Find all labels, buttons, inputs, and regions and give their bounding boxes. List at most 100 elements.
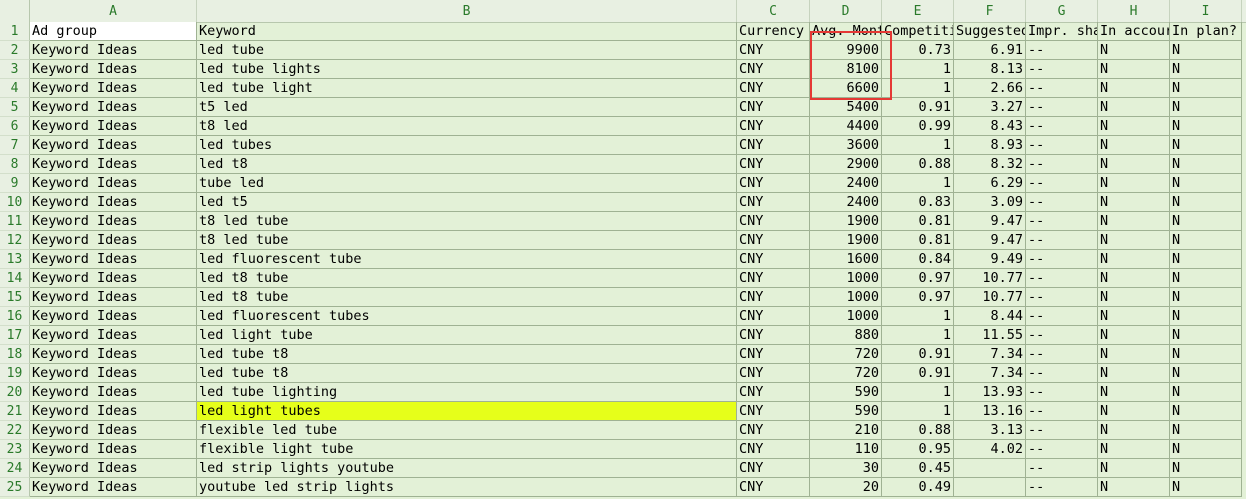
row-number[interactable]: 2 bbox=[0, 41, 30, 60]
cell-avg-monthly[interactable]: 720 bbox=[810, 364, 882, 383]
cell-suggested-bid[interactable]: 10.77 bbox=[954, 288, 1026, 307]
cell-suggested-bid[interactable]: 8.93 bbox=[954, 136, 1026, 155]
header-cell-competition[interactable]: Competiti bbox=[882, 22, 954, 41]
cell-currency[interactable]: CNY bbox=[737, 364, 810, 383]
cell-in-plan[interactable]: N bbox=[1170, 60, 1242, 79]
cell-in-plan[interactable]: N bbox=[1170, 79, 1242, 98]
cell-impr-share[interactable]: -- bbox=[1026, 231, 1098, 250]
cell-currency[interactable]: CNY bbox=[737, 459, 810, 478]
cell-in-plan[interactable]: N bbox=[1170, 402, 1242, 421]
cell-in-account[interactable]: N bbox=[1098, 402, 1170, 421]
cell-avg-monthly[interactable]: 9900 bbox=[810, 41, 882, 60]
cell-impr-share[interactable]: -- bbox=[1026, 288, 1098, 307]
cell-ad-group[interactable]: Keyword Ideas bbox=[30, 250, 197, 269]
header-cell-in-plan[interactable]: In plan? bbox=[1170, 22, 1242, 41]
cell-currency[interactable]: CNY bbox=[737, 231, 810, 250]
cell-competition[interactable]: 1 bbox=[882, 174, 954, 193]
cell-suggested-bid[interactable]: 9.49 bbox=[954, 250, 1026, 269]
cell-in-plan[interactable]: N bbox=[1170, 364, 1242, 383]
cell-currency[interactable]: CNY bbox=[737, 60, 810, 79]
row-number[interactable]: 4 bbox=[0, 79, 30, 98]
column-header-b[interactable]: B bbox=[197, 0, 737, 22]
cell-in-plan[interactable]: N bbox=[1170, 41, 1242, 60]
row-number[interactable]: 15 bbox=[0, 288, 30, 307]
cell-in-account[interactable]: N bbox=[1098, 478, 1170, 497]
row-number[interactable]: 21 bbox=[0, 402, 30, 421]
cell-in-plan[interactable]: N bbox=[1170, 174, 1242, 193]
row-number[interactable]: 22 bbox=[0, 421, 30, 440]
cell-in-plan[interactable]: N bbox=[1170, 231, 1242, 250]
cell-avg-monthly[interactable]: 210 bbox=[810, 421, 882, 440]
cell-impr-share[interactable]: -- bbox=[1026, 345, 1098, 364]
column-header-c[interactable]: C bbox=[737, 0, 810, 22]
cell-competition[interactable]: 1 bbox=[882, 326, 954, 345]
cell-currency[interactable]: CNY bbox=[737, 212, 810, 231]
cell-avg-monthly[interactable]: 1900 bbox=[810, 231, 882, 250]
cell-impr-share[interactable]: -- bbox=[1026, 402, 1098, 421]
cell-keyword[interactable]: led t8 tube bbox=[197, 269, 737, 288]
cell-avg-monthly[interactable]: 1900 bbox=[810, 212, 882, 231]
cell-keyword[interactable]: led strip lights youtube bbox=[197, 459, 737, 478]
cell-in-plan[interactable]: N bbox=[1170, 307, 1242, 326]
cell-avg-monthly[interactable]: 2900 bbox=[810, 155, 882, 174]
cell-currency[interactable]: CNY bbox=[737, 440, 810, 459]
cell-currency[interactable]: CNY bbox=[737, 383, 810, 402]
cell-keyword[interactable]: led tube lighting bbox=[197, 383, 737, 402]
cell-competition[interactable]: 1 bbox=[882, 79, 954, 98]
cell-currency[interactable]: CNY bbox=[737, 288, 810, 307]
cell-ad-group[interactable]: Keyword Ideas bbox=[30, 193, 197, 212]
cell-currency[interactable]: CNY bbox=[737, 136, 810, 155]
cell-keyword[interactable]: led tube light bbox=[197, 79, 737, 98]
cell-impr-share[interactable]: -- bbox=[1026, 117, 1098, 136]
cell-in-account[interactable]: N bbox=[1098, 288, 1170, 307]
cell-competition[interactable]: 1 bbox=[882, 402, 954, 421]
cell-ad-group[interactable]: Keyword Ideas bbox=[30, 440, 197, 459]
row-number[interactable]: 17 bbox=[0, 326, 30, 345]
cell-competition[interactable]: 1 bbox=[882, 136, 954, 155]
row-number[interactable]: 24 bbox=[0, 459, 30, 478]
cell-impr-share[interactable]: -- bbox=[1026, 250, 1098, 269]
cell-avg-monthly[interactable]: 590 bbox=[810, 383, 882, 402]
cell-avg-monthly[interactable]: 2400 bbox=[810, 193, 882, 212]
cell-impr-share[interactable]: -- bbox=[1026, 421, 1098, 440]
cell-currency[interactable]: CNY bbox=[737, 155, 810, 174]
cell-keyword[interactable]: led tube lights bbox=[197, 60, 737, 79]
cell-in-account[interactable]: N bbox=[1098, 459, 1170, 478]
column-header-d[interactable]: D bbox=[810, 0, 882, 22]
cell-avg-monthly[interactable]: 6600 bbox=[810, 79, 882, 98]
cell-suggested-bid[interactable]: 3.13 bbox=[954, 421, 1026, 440]
cell-suggested-bid[interactable]: 7.34 bbox=[954, 345, 1026, 364]
cell-in-account[interactable]: N bbox=[1098, 345, 1170, 364]
cell-in-account[interactable]: N bbox=[1098, 79, 1170, 98]
cell-keyword[interactable]: led fluorescent tube bbox=[197, 250, 737, 269]
header-cell-suggested-bid[interactable]: Suggested bbox=[954, 22, 1026, 41]
row-number[interactable]: 12 bbox=[0, 231, 30, 250]
cell-ad-group[interactable]: Keyword Ideas bbox=[30, 269, 197, 288]
cell-in-account[interactable]: N bbox=[1098, 136, 1170, 155]
cell-competition[interactable]: 0.99 bbox=[882, 117, 954, 136]
cell-ad-group[interactable]: Keyword Ideas bbox=[30, 60, 197, 79]
column-header-f[interactable]: F bbox=[954, 0, 1026, 22]
column-header-i[interactable]: I bbox=[1170, 0, 1242, 22]
cell-in-account[interactable]: N bbox=[1098, 326, 1170, 345]
cell-currency[interactable]: CNY bbox=[737, 326, 810, 345]
column-header-e[interactable]: E bbox=[882, 0, 954, 22]
cell-avg-monthly[interactable]: 30 bbox=[810, 459, 882, 478]
row-number[interactable]: 7 bbox=[0, 136, 30, 155]
cell-suggested-bid[interactable]: 13.16 bbox=[954, 402, 1026, 421]
cell-impr-share[interactable]: -- bbox=[1026, 212, 1098, 231]
cell-competition[interactable]: 0.81 bbox=[882, 212, 954, 231]
cell-avg-monthly[interactable]: 720 bbox=[810, 345, 882, 364]
cell-keyword[interactable]: led light tube bbox=[197, 326, 737, 345]
cell-in-plan[interactable]: N bbox=[1170, 269, 1242, 288]
cell-suggested-bid[interactable]: 3.09 bbox=[954, 193, 1026, 212]
cell-in-plan[interactable]: N bbox=[1170, 478, 1242, 497]
cell-suggested-bid[interactable]: 8.44 bbox=[954, 307, 1026, 326]
cell-suggested-bid[interactable]: 3.27 bbox=[954, 98, 1026, 117]
cell-suggested-bid[interactable]: 9.47 bbox=[954, 231, 1026, 250]
cell-currency[interactable]: CNY bbox=[737, 269, 810, 288]
cell-competition[interactable]: 0.88 bbox=[882, 155, 954, 174]
cell-avg-monthly[interactable]: 4400 bbox=[810, 117, 882, 136]
cell-in-account[interactable]: N bbox=[1098, 212, 1170, 231]
cell-ad-group[interactable]: Keyword Ideas bbox=[30, 41, 197, 60]
